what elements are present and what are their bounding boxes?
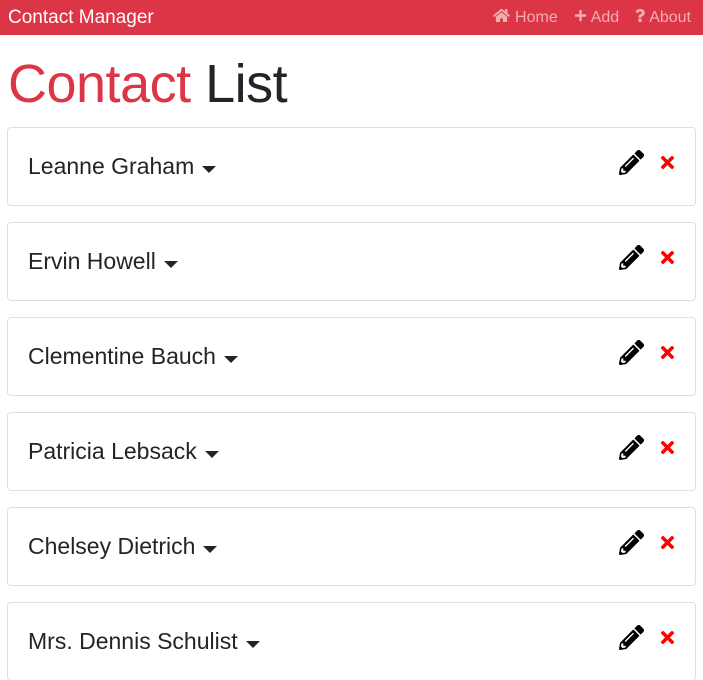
nav-link-about[interactable]: About (635, 8, 691, 28)
pencil-icon[interactable] (619, 530, 644, 555)
contact-card: Ervin Howell (7, 222, 696, 301)
contact-name: Clementine Bauch (28, 343, 216, 369)
caret-down-icon[interactable] (163, 261, 178, 268)
pencil-icon[interactable] (619, 625, 644, 650)
nav-links: Home Add About (492, 8, 691, 28)
navbar: Contact Manager Home Add About (0, 0, 703, 35)
nav-link-home-label: Home (515, 8, 558, 26)
contact-name-row: Leanne Graham (28, 153, 217, 180)
main-container: Contact List Leanne Graham Ervin Howell (0, 53, 703, 680)
caret-down-icon[interactable] (202, 166, 217, 173)
times-icon[interactable] (658, 628, 677, 647)
contact-name: Leanne Graham (28, 153, 195, 179)
contact-name: Ervin Howell (28, 248, 156, 274)
times-icon[interactable] (658, 153, 677, 172)
question-icon (635, 8, 646, 28)
contact-actions (619, 340, 677, 365)
contact-name-row: Chelsey Dietrich (28, 533, 218, 560)
page-title-rest: List (205, 54, 288, 114)
contact-name-row: Clementine Bauch (28, 343, 238, 370)
contact-actions (619, 625, 677, 650)
caret-down-icon[interactable] (204, 451, 219, 458)
contact-card: Chelsey Dietrich (7, 507, 696, 586)
contact-card: Mrs. Dennis Schulist (7, 602, 696, 680)
page-title: Contact List (8, 53, 696, 115)
contact-name: Mrs. Dennis Schulist (28, 628, 238, 654)
navbar-brand[interactable]: Contact Manager (8, 0, 154, 35)
pencil-icon[interactable] (619, 435, 644, 460)
nav-link-add[interactable]: Add (574, 9, 619, 27)
contact-actions (619, 245, 677, 270)
caret-down-icon[interactable] (223, 356, 238, 363)
pencil-icon[interactable] (619, 150, 644, 175)
times-icon[interactable] (658, 533, 677, 552)
contact-card: Patricia Lebsack (7, 412, 696, 491)
pencil-icon[interactable] (619, 340, 644, 365)
contact-name: Patricia Lebsack (28, 438, 197, 464)
caret-down-icon[interactable] (203, 546, 218, 553)
nav-link-add-label: Add (590, 8, 620, 26)
contact-name-row: Patricia Lebsack (28, 438, 219, 465)
pencil-icon[interactable] (619, 245, 644, 270)
contact-actions (619, 530, 677, 555)
contact-name: Chelsey Dietrich (28, 533, 196, 559)
nav-link-home[interactable]: Home (492, 8, 558, 28)
times-icon[interactable] (658, 438, 677, 457)
contact-card: Clementine Bauch (7, 317, 696, 396)
contact-list: Leanne Graham Ervin Howell Clementine Ba… (7, 127, 696, 680)
contact-actions (619, 435, 677, 460)
contact-actions (619, 150, 677, 175)
times-icon[interactable] (658, 343, 677, 362)
plus-icon (574, 9, 587, 27)
contact-name-row: Ervin Howell (28, 248, 178, 275)
home-icon (492, 8, 511, 28)
contact-card: Leanne Graham (7, 127, 696, 206)
page-title-accent: Contact (8, 54, 191, 114)
nav-link-about-label: About (649, 8, 691, 26)
times-icon[interactable] (658, 248, 677, 267)
contact-name-row: Mrs. Dennis Schulist (28, 628, 260, 655)
caret-down-icon[interactable] (245, 641, 260, 648)
